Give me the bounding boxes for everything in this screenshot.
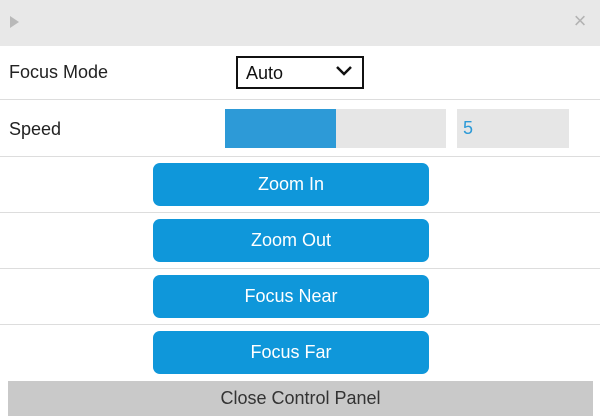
focus-near-button[interactable]: Focus Near: [153, 275, 429, 318]
speed-slider-fill: [225, 109, 336, 148]
close-icon[interactable]: ×: [569, 10, 591, 32]
speed-slider[interactable]: [225, 109, 446, 148]
chevron-down-icon: [336, 66, 352, 76]
close-control-panel-button[interactable]: Close Control Panel: [8, 381, 593, 416]
play-icon[interactable]: [10, 16, 19, 28]
title-bar: ×: [0, 0, 600, 46]
speed-value[interactable]: 5: [457, 109, 569, 148]
control-panel: × Focus Mode Auto Speed 5 Zoom In Zoom O…: [0, 0, 600, 416]
focus-mode-selected-value: Auto: [246, 63, 284, 83]
focus-far-button[interactable]: Focus Far: [153, 331, 429, 374]
zoom-in-button[interactable]: Zoom In: [153, 163, 429, 206]
speed-label: Speed: [9, 119, 62, 139]
focus-mode-row: Focus Mode Auto: [0, 46, 600, 100]
zoom-out-button[interactable]: Zoom Out: [153, 219, 429, 262]
focus-mode-label: Focus Mode: [9, 62, 109, 82]
focus-mode-select[interactable]: Auto: [236, 56, 364, 89]
